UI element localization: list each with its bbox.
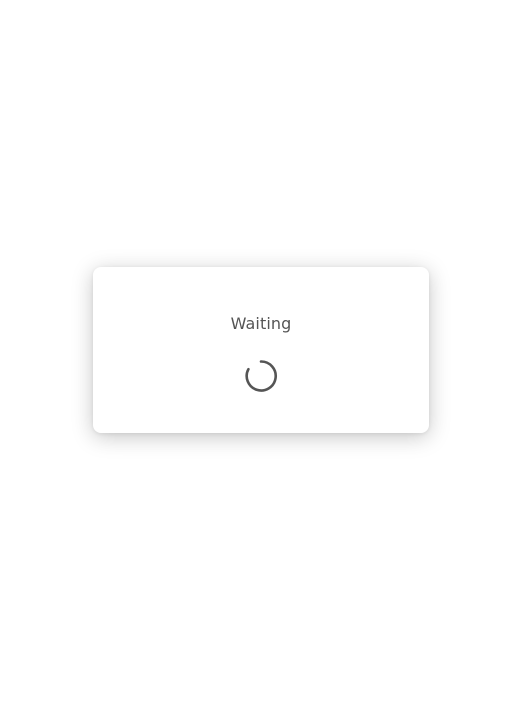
dialog-title: Waiting	[230, 314, 292, 333]
loading-spinner-icon	[244, 359, 278, 393]
screen: Waiting	[0, 0, 515, 725]
waiting-dialog: Waiting	[93, 267, 429, 433]
